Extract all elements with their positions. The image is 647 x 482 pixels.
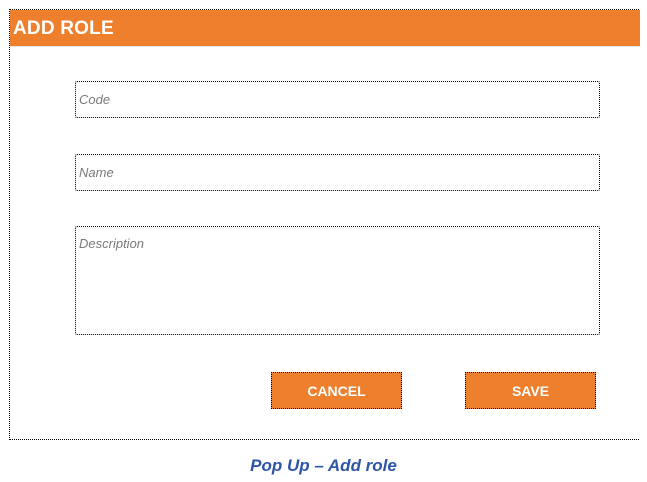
- dialog-title-bar: ADD ROLE: [10, 10, 640, 47]
- cancel-button[interactable]: CANCEL: [271, 372, 402, 409]
- description-textarea[interactable]: [75, 226, 600, 335]
- save-button-label: SAVE: [511, 382, 550, 399]
- add-role-dialog: ADD ROLE CANCEL SAVE: [9, 9, 640, 440]
- dialog-title: ADD ROLE: [13, 18, 114, 39]
- figure-caption: Pop Up – Add role: [250, 456, 397, 475]
- save-button[interactable]: SAVE: [465, 372, 596, 409]
- cancel-button-label: CANCEL: [307, 382, 366, 399]
- name-input[interactable]: [75, 154, 600, 191]
- code-input[interactable]: [75, 81, 600, 118]
